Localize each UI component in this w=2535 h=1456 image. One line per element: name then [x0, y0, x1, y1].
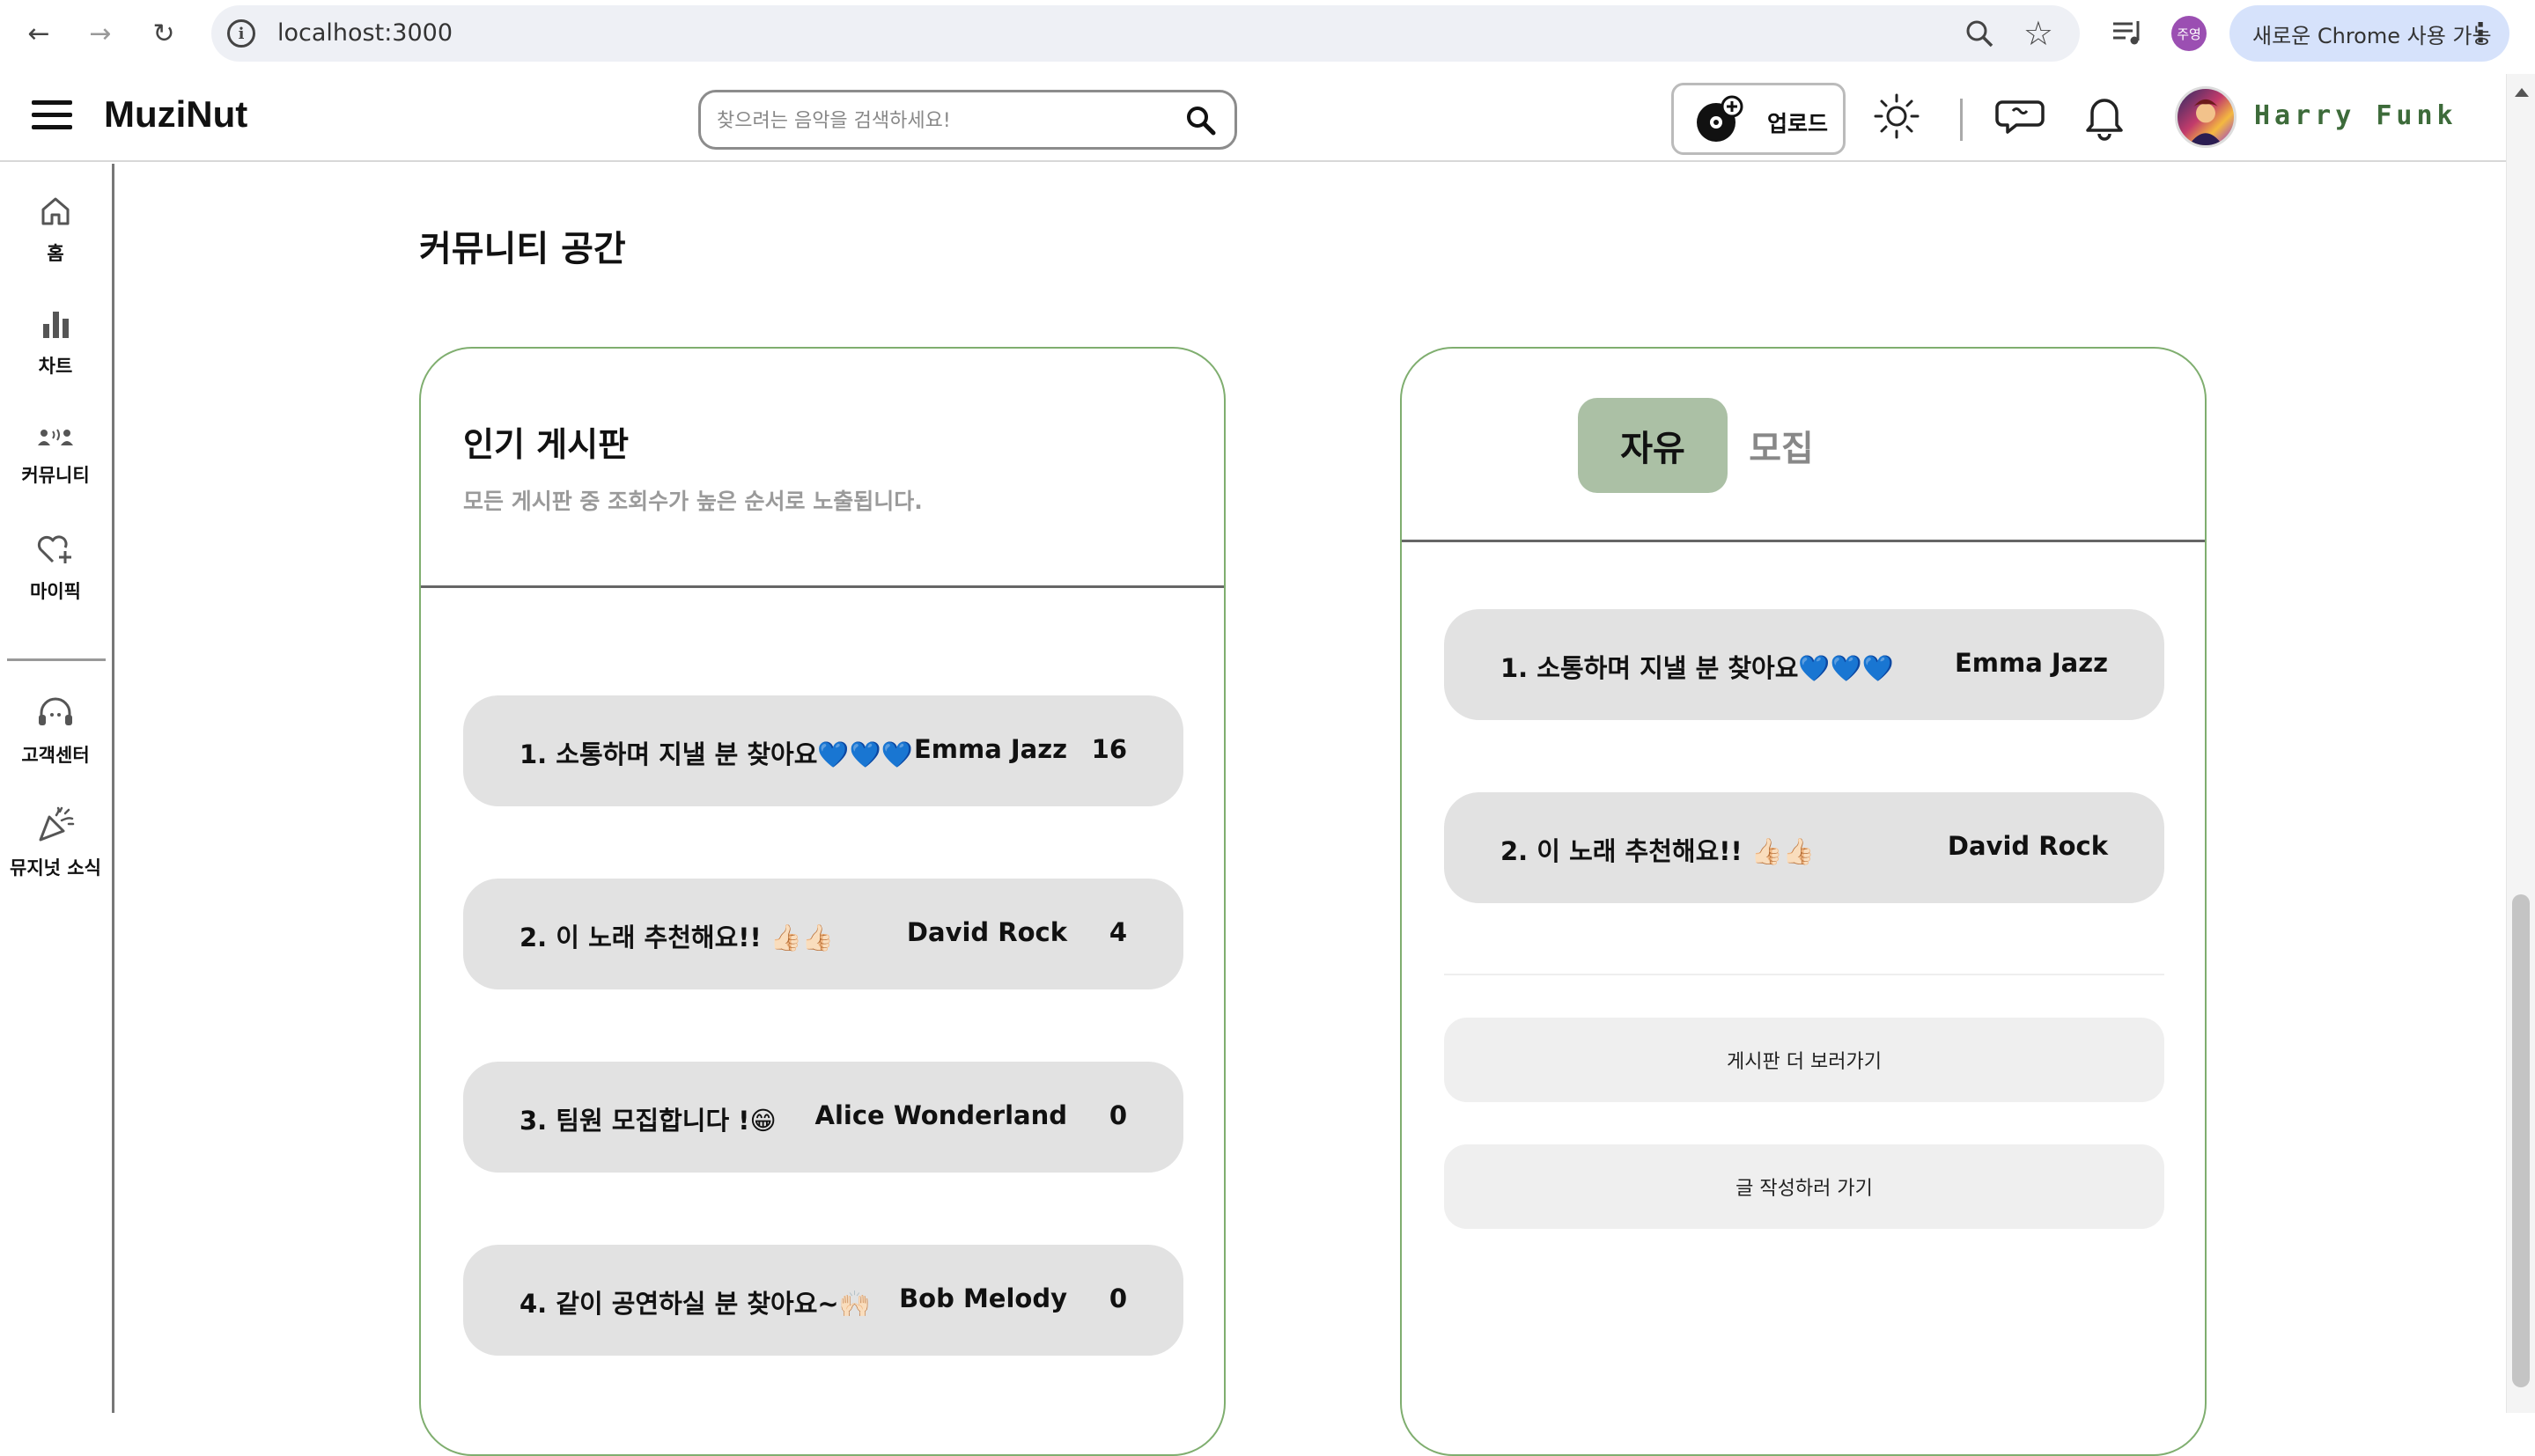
upload-button[interactable]: 업로드 — [1671, 83, 1846, 155]
sidebar-item-label: 홈 — [47, 243, 64, 264]
post-title: 1. 소통하며 지낼 분 찾아요💙💙💙 — [1500, 653, 1894, 683]
post-author: David Rock — [906, 917, 1067, 947]
post-view-count: 0 — [1109, 1100, 1127, 1130]
sidebar-item-label: 고객센터 — [21, 745, 90, 766]
tab-recruit[interactable]: 모집 — [1706, 398, 1856, 493]
board-divider — [1444, 974, 2164, 975]
popular-post-row[interactable]: 1. 소통하며 지낼 분 찾아요💙💙💙 Emma Jazz 16 — [463, 695, 1183, 806]
post-title: 4. 같이 공연하실 분 찾아요~🙌🏻 — [520, 1289, 871, 1319]
heart-plus-icon — [37, 535, 71, 563]
sidebar-item-label: 커뮤니티 — [21, 465, 90, 486]
post-author: Bob Melody — [899, 1283, 1067, 1313]
reload-button[interactable]: ↻ — [146, 16, 181, 51]
post-title: 2. 이 노래 추천해요!! 👍🏻👍🏻 — [1500, 836, 1816, 866]
reload-icon: ↻ — [152, 18, 175, 49]
party-popper-icon — [39, 806, 75, 842]
url-text[interactable]: localhost:3000 — [277, 19, 453, 47]
post-author: Emma Jazz — [1954, 648, 2108, 678]
forward-button[interactable]: → — [83, 16, 118, 51]
popular-post-row[interactable]: 2. 이 노래 추천해요!! 👍🏻👍🏻 David Rock 4 — [463, 879, 1183, 989]
post-view-count: 4 — [1109, 917, 1127, 947]
theme-toggle-sun-icon[interactable] — [1872, 92, 1921, 141]
chat-icon[interactable] — [1995, 92, 2045, 141]
popular-board-title: 인기 게시판 — [463, 425, 630, 464]
back-arrow-icon: ← — [27, 18, 50, 49]
chrome-update-button[interactable]: 새로운 Chrome 사용 가능 ⋮ — [2229, 5, 2509, 62]
sidebar-item-label: 뮤지넛 소식 — [10, 857, 101, 879]
community-icon — [38, 429, 73, 445]
home-icon — [41, 197, 70, 225]
popular-board-header: 인기 게시판 모든 게시판 중 조회수가 높은 순서로 노출됩니다. — [421, 349, 1224, 588]
browser-menu-icon[interactable]: ⋮ — [2467, 18, 2494, 48]
post-author: Emma Jazz — [913, 734, 1067, 764]
music-disc-plus-icon — [1697, 95, 1743, 142]
search-bar[interactable] — [698, 90, 1237, 150]
header-divider — [1960, 99, 1963, 141]
zoom-icon[interactable] — [1964, 18, 1995, 49]
post-view-count: 16 — [1091, 734, 1127, 764]
tab-free[interactable]: 자유 — [1578, 398, 1728, 493]
view-more-board-button[interactable]: 게시판 더 보러가기 — [1444, 1018, 2164, 1102]
post-author: David Rock — [1947, 831, 2108, 861]
scroll-up-arrow-icon[interactable] — [2515, 88, 2529, 97]
sidebar-divider — [7, 658, 106, 661]
popular-post-row[interactable]: 3. 팀원 모집합니다 !😁 Alice Wonderland 0 — [463, 1062, 1183, 1173]
sidebar-item-mypick[interactable]: 마이픽 — [0, 532, 111, 604]
bookmark-star-icon[interactable]: ☆ — [2023, 14, 2053, 53]
board-post-row[interactable]: 1. 소통하며 지낼 분 찾아요💙💙💙 Emma Jazz — [1444, 609, 2164, 720]
sidebar: 홈 차트 커뮤니티 마이픽 고객센터 뮤지넛 소식 — [0, 164, 114, 1413]
chrome-update-label: 새로운 Chrome 사용 가능 — [2252, 23, 2492, 48]
sidebar-item-community[interactable]: 커뮤니티 — [0, 424, 111, 488]
headset-icon — [39, 697, 72, 725]
post-view-count: 0 — [1109, 1283, 1127, 1313]
site-info-icon[interactable]: i — [227, 19, 255, 48]
app-header: MuziNut 업로드 — [0, 74, 2506, 162]
avatar-artwork-icon — [2188, 99, 2223, 145]
forward-arrow-icon: → — [89, 18, 112, 49]
search-input[interactable] — [717, 103, 1175, 138]
write-post-button[interactable]: 글 작성하러 가기 — [1444, 1144, 2164, 1229]
post-title: 2. 이 노래 추천해요!! 👍🏻👍🏻 — [520, 923, 835, 952]
address-bar[interactable]: i localhost:3000 ☆ — [211, 5, 2080, 62]
sidebar-item-label: 차트 — [38, 356, 73, 377]
search-icon[interactable] — [1185, 105, 1217, 136]
scrollbar-thumb[interactable] — [2512, 894, 2530, 1387]
page-title: 커뮤니티 공간 — [419, 229, 626, 269]
user-avatar[interactable] — [2175, 86, 2237, 148]
sidebar-item-home[interactable]: 홈 — [0, 194, 111, 266]
hamburger-menu-icon[interactable] — [32, 100, 72, 132]
page-scrollbar[interactable] — [2506, 74, 2535, 1413]
chart-icon — [43, 312, 69, 338]
back-button[interactable]: ← — [21, 16, 56, 51]
browser-profile-avatar[interactable]: 주영 — [2171, 16, 2207, 51]
app-logo[interactable]: MuziNut — [104, 93, 247, 136]
sidebar-item-news[interactable]: 뮤지넛 소식 — [0, 806, 111, 880]
user-name[interactable]: Harry Funk — [2254, 100, 2458, 131]
media-controls-icon[interactable] — [2110, 16, 2145, 51]
post-title: 3. 팀원 모집합니다 !😁 — [520, 1106, 777, 1136]
popular-board-card: 인기 게시판 모든 게시판 중 조회수가 높은 순서로 노출됩니다. 1. 소통… — [419, 347, 1226, 1456]
board-tab-header: 자유 모집 — [1402, 349, 2205, 542]
upload-label: 업로드 — [1767, 111, 1829, 136]
popular-board-subtitle: 모든 게시판 중 조회수가 높은 순서로 노출됩니다. — [463, 489, 923, 514]
browser-toolbar: ← → ↻ i localhost:3000 ☆ 주영 새로운 Chrome 사… — [0, 0, 2535, 67]
sidebar-item-label: 마이픽 — [30, 581, 81, 602]
post-title: 1. 소통하며 지낼 분 찾아요💙💙💙 — [520, 739, 913, 769]
popular-post-row[interactable]: 4. 같이 공연하실 분 찾아요~🙌🏻 Bob Melody 0 — [463, 1245, 1183, 1356]
board-tabs-card: 자유 모집 1. 소통하며 지낼 분 찾아요💙💙💙 Emma Jazz 2. 이… — [1400, 347, 2207, 1456]
post-author: Alice Wonderland — [814, 1100, 1067, 1130]
sidebar-item-chart[interactable]: 차트 — [0, 306, 111, 379]
notification-bell-icon[interactable] — [2080, 90, 2129, 143]
sidebar-item-support[interactable]: 고객센터 — [0, 695, 111, 768]
board-post-row[interactable]: 2. 이 노래 추천해요!! 👍🏻👍🏻 David Rock — [1444, 792, 2164, 903]
